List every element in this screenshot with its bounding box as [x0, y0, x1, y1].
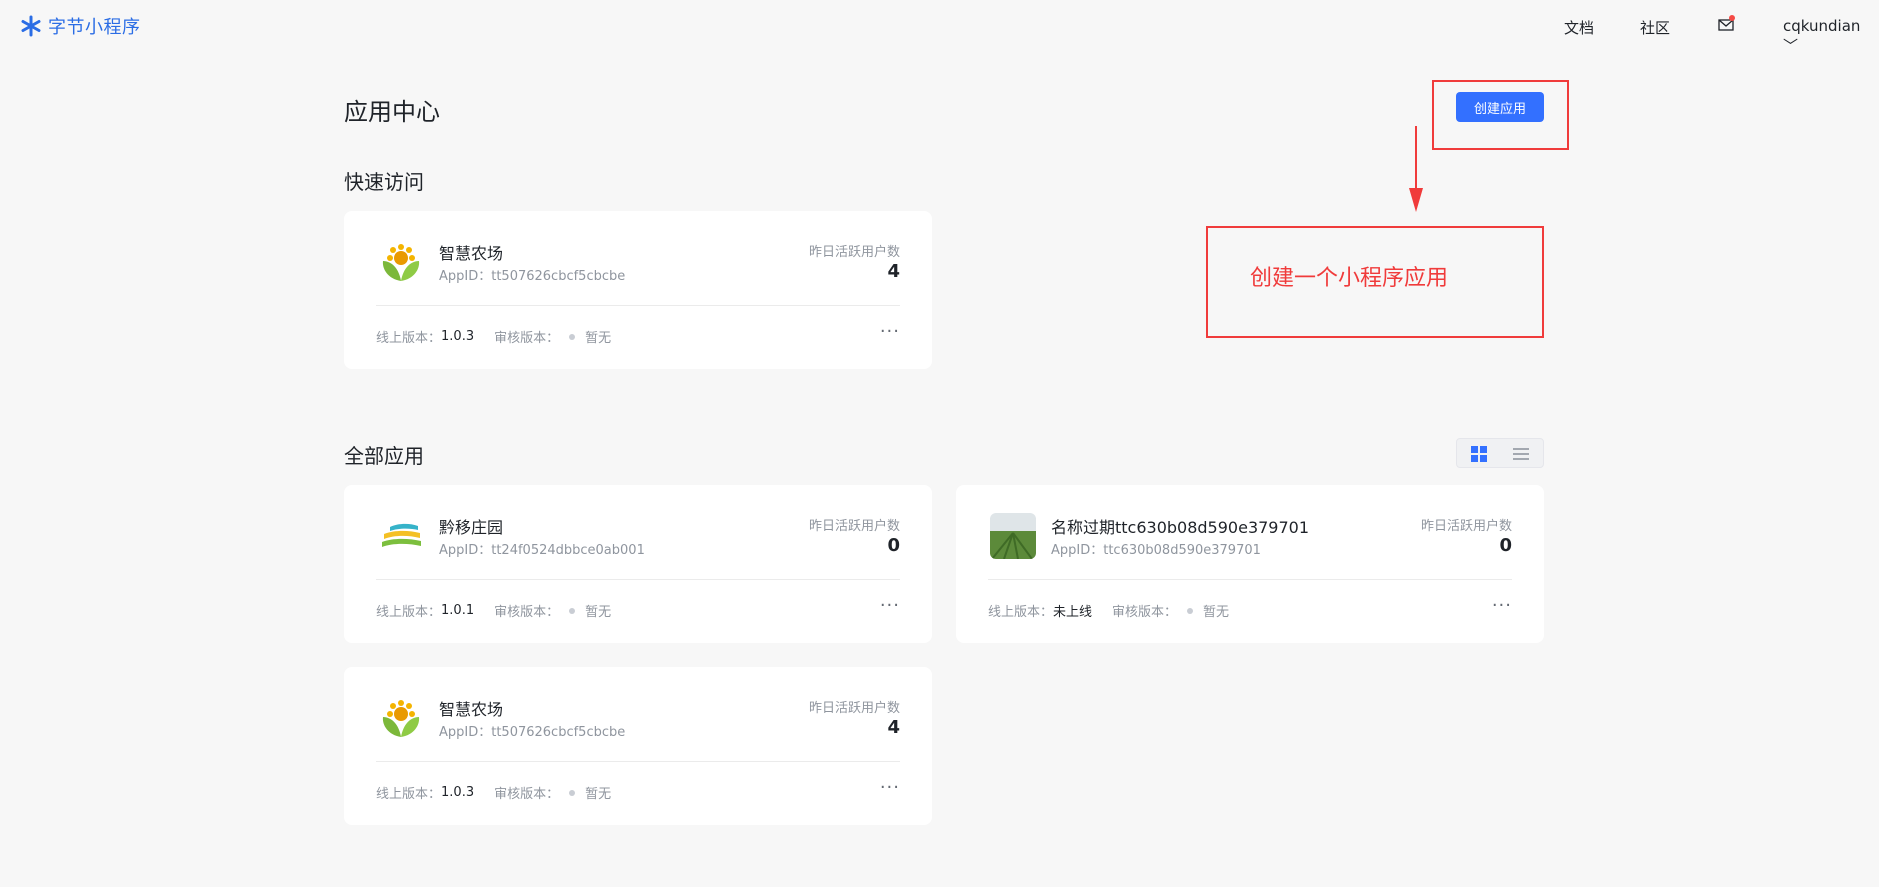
- more-options-icon[interactable]: ···: [880, 595, 900, 616]
- online-version-value: 未上线: [1053, 605, 1093, 620]
- sunflower-icon: [378, 239, 424, 285]
- review-version-value: 暂无: [585, 787, 612, 802]
- card-footer: 线上版本： 未上线 审核版本： 暂无: [988, 601, 1229, 620]
- online-version-label: 线上版本：: [376, 331, 442, 346]
- app-id: AppID：tt24f0524dbbce0ab001: [439, 543, 645, 558]
- annotation-arrow-icon: [1409, 126, 1423, 212]
- page-title: 应用中心: [344, 98, 440, 126]
- app-id: AppID：tt507626cbcf5cbcbe: [439, 725, 626, 740]
- review-version-value: 暂无: [585, 331, 612, 346]
- review-version-label: 审核版本：: [1112, 605, 1178, 620]
- logo[interactable]: 字节小程序: [20, 13, 141, 39]
- all-apps-title: 全部应用: [344, 444, 424, 468]
- quick-access-title: 快速访问: [344, 170, 424, 194]
- sunflower-icon: [378, 695, 424, 741]
- card-divider: [376, 761, 900, 762]
- app-name: 智慧农场: [439, 244, 504, 263]
- app-id: AppID：tt507626cbcf5cbcbe: [439, 269, 626, 284]
- review-version-label: 审核版本：: [494, 331, 560, 346]
- app-card[interactable]: 名称过期ttc630b08d590e379701 AppID：ttc630b08…: [956, 485, 1544, 643]
- nav-community-link[interactable]: 社区: [1640, 17, 1670, 38]
- more-options-icon[interactable]: ···: [880, 777, 900, 798]
- review-version-label: 审核版本：: [494, 787, 560, 802]
- asterisk-logo-icon: [21, 15, 41, 37]
- online-version-label: 线上版本：: [988, 605, 1054, 620]
- active-users-value: 0: [1499, 535, 1512, 556]
- online-version-value: 1.0.3: [441, 785, 475, 800]
- app-card[interactable]: 智慧农场 AppID：tt507626cbcf5cbcbe 昨日活跃用户数 4 …: [344, 211, 932, 369]
- status-dot: [1187, 607, 1194, 614]
- active-users-label: 昨日活跃用户数: [808, 519, 900, 534]
- card-footer: 线上版本： 1.0.3 审核版本： 暂无: [376, 327, 611, 346]
- status-dot: [569, 789, 576, 796]
- online-version-value: 1.0.3: [441, 329, 475, 344]
- card-divider: [376, 579, 900, 580]
- annotation-highlight-box: [1432, 80, 1569, 150]
- app-name: 智慧农场: [439, 700, 504, 719]
- logo-text: 字节小程序: [48, 17, 141, 38]
- active-users-label: 昨日活跃用户数: [808, 245, 900, 260]
- annotation-text: 创建一个小程序应用: [1250, 266, 1449, 291]
- review-version-value: 暂无: [1203, 605, 1230, 620]
- app-card[interactable]: 智慧农场 AppID：tt507626cbcf5cbcbe 昨日活跃用户数 4 …: [344, 667, 932, 825]
- app-id: AppID：ttc630b08d590e379701: [1051, 543, 1261, 558]
- app-card[interactable]: 黔移庄园 AppID：tt24f0524dbbce0ab001 昨日活跃用户数 …: [344, 485, 932, 643]
- view-toggle: [1456, 438, 1544, 468]
- status-dot: [569, 333, 576, 340]
- card-footer: 线上版本： 1.0.3 审核版本： 暂无: [376, 783, 611, 802]
- more-options-icon[interactable]: ···: [880, 321, 900, 342]
- card-footer: 线上版本： 1.0.1 审核版本： 暂无: [376, 601, 611, 620]
- active-users-value: 4: [887, 717, 900, 738]
- grid-view-icon[interactable]: [1471, 446, 1487, 462]
- review-version-label: 审核版本：: [494, 605, 560, 620]
- notification-dot: [1729, 15, 1735, 21]
- app-name: 名称过期ttc630b08d590e379701: [1051, 518, 1310, 537]
- active-users-value: 4: [887, 261, 900, 282]
- active-users-value: 0: [887, 535, 900, 556]
- online-version-label: 线上版本：: [376, 605, 442, 620]
- review-version-value: 暂无: [585, 605, 612, 620]
- user-menu[interactable]: cqkundian ﹀: [1783, 17, 1879, 56]
- card-divider: [988, 579, 1512, 580]
- active-users-label: 昨日活跃用户数: [1420, 519, 1512, 534]
- list-view-icon[interactable]: [1513, 446, 1529, 462]
- nav-docs-link[interactable]: 文档: [1564, 17, 1594, 38]
- card-divider: [376, 305, 900, 306]
- field-photo-icon: [990, 513, 1036, 559]
- app-name: 黔移庄园: [439, 518, 504, 537]
- more-options-icon[interactable]: ···: [1492, 595, 1512, 616]
- top-nav: 字节小程序 文档 社区 cqkundian ﹀: [0, 0, 1879, 56]
- status-dot: [569, 607, 576, 614]
- active-users-label: 昨日活跃用户数: [808, 701, 900, 716]
- online-version-label: 线上版本：: [376, 787, 442, 802]
- online-version-value: 1.0.1: [441, 603, 475, 618]
- layered-logo-icon: [378, 513, 424, 559]
